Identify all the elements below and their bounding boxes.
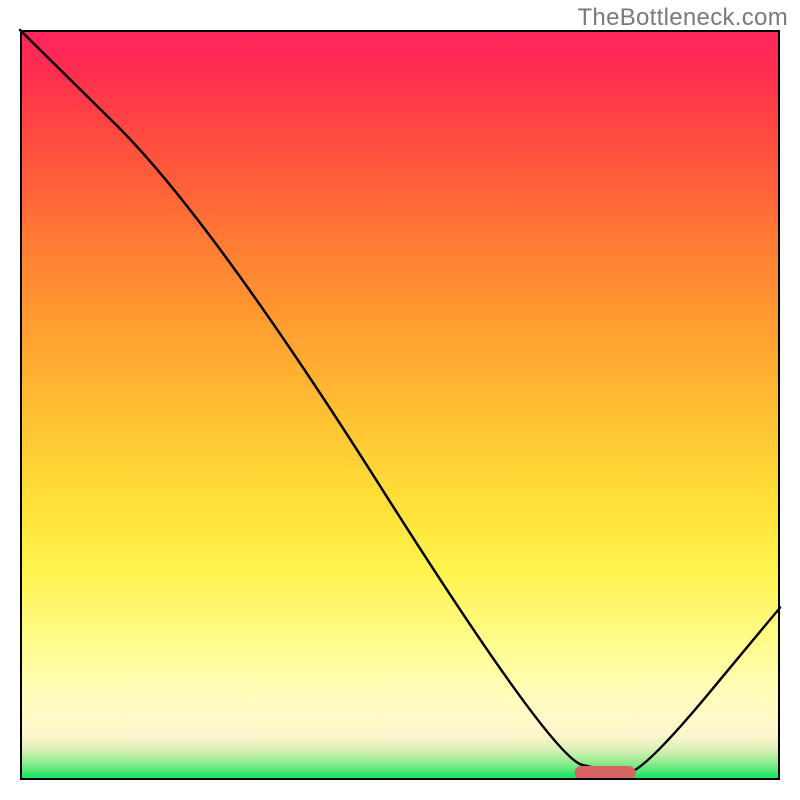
line-layer xyxy=(20,30,780,780)
watermark-text: TheBottleneck.com xyxy=(577,4,788,32)
optimal-marker xyxy=(575,766,636,780)
bottleneck-curve xyxy=(20,30,780,773)
plot-area xyxy=(20,30,780,780)
chart-container: TheBottleneck.com xyxy=(0,0,800,800)
